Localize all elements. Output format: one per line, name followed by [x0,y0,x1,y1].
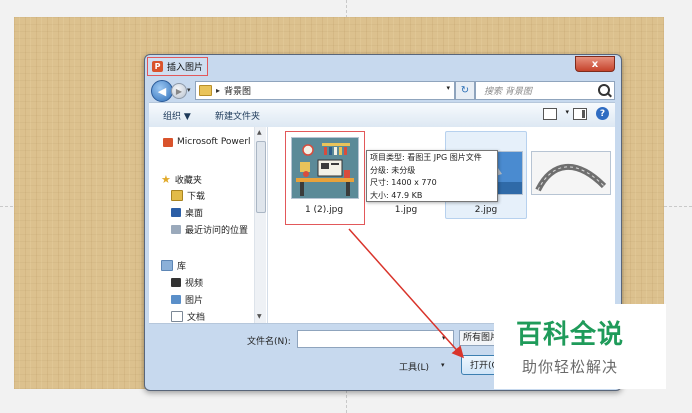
search-input[interactable]: 搜索 背景图 [475,81,615,100]
nav-item-libraries[interactable]: 库 [161,259,186,272]
nav-item-label: Microsoft Powerl [177,137,251,147]
tools-menu[interactable]: 工具(L) [399,360,429,373]
tooltip-type: 项目类型: 看图王 JPG 图片文件 [370,153,482,162]
search-placeholder: 搜索 背景图 [484,87,532,97]
file-name: 1 (2).jpg [304,205,344,215]
file-item[interactable] [531,137,611,219]
scroll-down-icon[interactable]: ▼ [257,313,262,320]
address-dropdown-icon[interactable]: ▾ [446,84,450,92]
nav-item-downloads[interactable]: 下载 [171,189,205,202]
close-button[interactable]: x [575,56,615,72]
folder-icon [199,85,212,96]
curved-road-icon [532,152,610,194]
watermark-logo: 百科全说 助你轻松解决 [494,304,666,389]
view-icon[interactable] [543,108,557,120]
nav-item-label: 收藏夹 [174,176,202,186]
file-name: 1.jpg [394,205,418,215]
scroll-up-icon[interactable]: ▲ [257,129,262,136]
search-icon[interactable] [598,84,610,96]
nav-item-favorites[interactable]: ★ 收藏夹 [161,173,202,186]
organize-button[interactable]: 组织 ▼ [163,109,191,122]
chevron-right-icon: ▸ [216,86,221,95]
nav-item-desktop[interactable]: 桌面 [171,206,203,219]
new-folder-button[interactable]: 新建文件夹 [215,109,260,122]
preview-pane-icon[interactable] [573,108,587,120]
navigation-pane: Microsoft Powerl ★ 收藏夹 下载 桌面 最近访问的位置 库 视… [149,127,268,323]
navigation-scrollbar[interactable]: ▲ ▼ [254,127,266,323]
nav-item-pictures[interactable]: 图片 [171,293,203,306]
nav-item-videos[interactable]: 视频 [171,276,203,289]
tooltip-size: 大小: 47.9 KB [370,190,423,200]
address-bar[interactable]: ▸ 背景图 ▾ [195,81,455,100]
file-thumbnail [291,137,359,199]
desktop-icon [171,208,181,217]
command-toolbar: 组织 ▼ 新建文件夹 ▾ ? [149,102,615,128]
nav-item-recent[interactable]: 最近访问的位置 [171,223,248,236]
library-icon [161,260,173,271]
filename-input[interactable] [297,330,454,348]
refresh-button[interactable]: ↻ [455,81,475,100]
file-thumbnail [531,151,611,195]
star-icon: ★ [161,173,171,186]
video-icon [171,278,181,287]
documents-icon [171,311,183,322]
nav-item-label: 文档 [187,313,206,323]
dialog-title: 插入图片 [167,63,204,73]
nav-item-label: 最近访问的位置 [185,226,249,236]
tooltip-rating: 分级: 未分级 [370,165,416,175]
tools-dropdown-icon[interactable]: ▾ [441,361,445,369]
tooltip-dimensions: 尺寸: 1400 x 770 [370,178,437,187]
filename-label: 文件名(N): [247,337,291,347]
file-name: 2.jpg [474,205,498,215]
nav-item-label: 库 [177,262,187,272]
desk-illustration-icon [292,138,358,198]
title-bar: P 插入图片 x [145,55,621,77]
nav-item-documents[interactable]: 文档 [171,310,205,323]
file-item[interactable]: 1 (2).jpg [291,137,359,219]
breadcrumb[interactable]: 背景图 [224,84,251,97]
nav-item-label: 视频 [185,279,204,289]
nav-item-label: 图片 [185,296,204,306]
address-row: ◀ ▶ ▾ ▸ 背景图 ▾ ↻ 搜索 背景图 [149,80,615,102]
back-button[interactable]: ◀ [151,80,173,102]
view-dropdown-icon[interactable]: ▾ [565,108,569,116]
powerpoint-icon [163,137,173,147]
nav-item-label: 桌面 [185,209,204,219]
nav-item-label: 下载 [187,192,206,202]
recent-pages-dropdown-icon[interactable]: ▾ [187,86,191,94]
forward-button[interactable]: ▶ [171,83,187,99]
help-icon[interactable]: ? [596,107,609,120]
pictures-icon [171,295,181,304]
file-info-tooltip: 项目类型: 看图王 JPG 图片文件 分级: 未分级 尺寸: 1400 x 77… [366,150,498,202]
filename-dropdown-icon[interactable]: ▾ [442,334,446,342]
scroll-thumb[interactable] [256,141,266,213]
recent-places-icon [171,225,181,234]
watermark-subtitle: 助你轻松解决 [522,358,619,376]
nav-item-powerpoint[interactable]: Microsoft Powerl [163,137,251,147]
powerpoint-icon: P [152,61,163,72]
download-folder-icon [171,190,183,201]
watermark-title: 百科全说 [516,320,625,350]
title-highlight: P 插入图片 [147,57,209,76]
